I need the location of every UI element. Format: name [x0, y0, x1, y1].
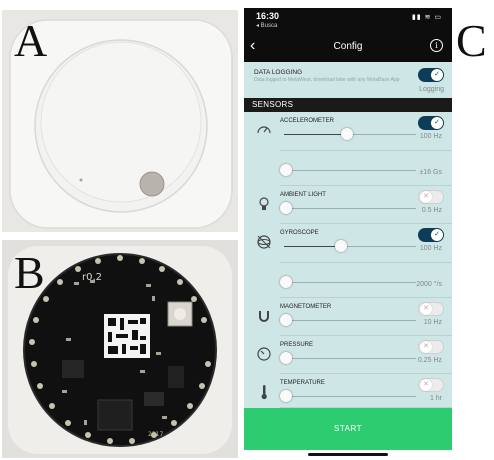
- data-logging-status: Logging: [419, 86, 444, 93]
- navigation-bar: ‹ Config i: [244, 32, 452, 62]
- panel-label-c: C: [456, 15, 487, 66]
- info-icon[interactable]: i: [430, 39, 443, 52]
- sensor-toggle[interactable]: ✕: [418, 340, 444, 354]
- slider-fill: [284, 246, 339, 247]
- sensor-name: GYROSCOPE: [280, 230, 319, 236]
- sensor-name: MAGNETOMETER: [280, 304, 332, 310]
- sensor-name: TEMPERATURE: [280, 380, 325, 386]
- start-button[interactable]: START: [244, 408, 452, 450]
- signal-wifi-battery-icon: ▮▮ ≋ ▭: [411, 14, 442, 21]
- data-logging-title: DATA LOGGING: [254, 69, 303, 76]
- home-indicator: [308, 453, 388, 456]
- data-logging-row: DATA LOGGING Data logged to MetaWear, do…: [244, 62, 452, 98]
- close-icon: ✕: [420, 191, 432, 203]
- slider-thumb[interactable]: [280, 276, 292, 288]
- sensor-range-value: ±16 Gs: [419, 169, 442, 176]
- status-bar: 16:30 ◂ Busca ▮▮ ≋ ▭: [244, 8, 452, 32]
- check-icon: ✓: [431, 69, 443, 81]
- check-icon: ✓: [431, 117, 443, 129]
- sensor-frequency-value: 100 Hz: [419, 133, 442, 140]
- sensor-row-gyroscope: GYROSCOPE ✓ 100 Hz 2000 °/s: [244, 224, 452, 298]
- panel-label-b: B: [14, 247, 45, 298]
- close-icon: ✕: [420, 379, 432, 391]
- slider-thumb[interactable]: [280, 164, 292, 176]
- sensor-toggle[interactable]: ✓: [418, 116, 444, 130]
- phone-config-screen: 16:30 ◂ Busca ▮▮ ≋ ▭ ‹ Config i DATA LOG…: [244, 8, 452, 460]
- data-logging-toggle[interactable]: ✓: [418, 68, 444, 82]
- panel-label-a: A: [14, 15, 48, 66]
- figure: r0.2 2317 A B C 16:30 ◂ Busca ▮▮ ≋ ▭ ‹ C…: [0, 0, 494, 460]
- home-area: [244, 450, 452, 460]
- page-title: Config: [333, 41, 363, 52]
- sensor-frequency-value: 100 Hz: [419, 245, 442, 252]
- magnet-icon: [256, 308, 272, 324]
- row-divider: [280, 262, 452, 263]
- lightbulb-icon: [256, 196, 272, 212]
- barometer-icon: [256, 346, 272, 362]
- row-divider: [280, 150, 452, 151]
- board-code-label: 2317: [148, 431, 163, 438]
- slider-track[interactable]: [284, 282, 416, 283]
- sensor-toggle[interactable]: ✕: [418, 190, 444, 204]
- gyroscope-icon: [256, 234, 272, 250]
- slider-thumb[interactable]: [280, 352, 292, 364]
- sensor-row-pressure: PRESSURE ✕ 0.25 Hz: [244, 336, 452, 374]
- slider-thumb[interactable]: [280, 390, 292, 402]
- slider-thumb[interactable]: [280, 314, 292, 326]
- slider-thumb[interactable]: [335, 240, 347, 252]
- slider-track[interactable]: [284, 208, 416, 209]
- data-logging-description: Data logged to MetaWear, download later …: [254, 77, 400, 83]
- gauge-icon: [256, 122, 272, 138]
- sensor-row-magnetometer: MAGNETOMETER ✕ 10 Hz: [244, 298, 452, 336]
- slider-fill: [284, 134, 345, 135]
- sensor-frequency-value: 0.25 Hz: [417, 357, 442, 364]
- sensors-section-header: SENSORS: [244, 98, 452, 112]
- board-revision-label: r0.2: [82, 272, 102, 283]
- slider-thumb[interactable]: [280, 202, 292, 214]
- sensor-row-temperature: TEMPERATURE ✕ 1 hr: [244, 374, 452, 408]
- status-back-link[interactable]: ◂ Busca: [256, 22, 277, 29]
- sensor-toggle[interactable]: ✕: [418, 302, 444, 316]
- sensor-name: ACCELEROMETER: [280, 118, 335, 124]
- sensor-range-value: 2000 °/s: [416, 281, 442, 288]
- slider-track[interactable]: [284, 170, 416, 171]
- close-icon: ✕: [420, 341, 432, 353]
- sensor-row-accelerometer: ACCELEROMETER ✓ 100 Hz ±16 Gs: [244, 112, 452, 186]
- thermometer-icon: [256, 384, 272, 400]
- slider-thumb[interactable]: [341, 128, 353, 140]
- status-time: 16:30: [256, 11, 280, 21]
- sensor-frequency-value: 0.5 Hz: [421, 207, 442, 214]
- slider-track[interactable]: [284, 396, 416, 397]
- close-icon: ✕: [420, 303, 432, 315]
- sensor-name: PRESSURE: [280, 342, 314, 348]
- slider-track[interactable]: [284, 358, 416, 359]
- check-icon: ✓: [431, 229, 443, 241]
- sensor-toggle[interactable]: ✕: [418, 378, 444, 392]
- sensor-row-ambient-light: AMBIENT LIGHT ✕ 0.5 Hz: [244, 186, 452, 224]
- slider-track[interactable]: [284, 320, 416, 321]
- sensor-frequency-value: 1 hr: [429, 395, 442, 402]
- sensor-toggle[interactable]: ✓: [418, 228, 444, 242]
- sensor-name: AMBIENT LIGHT: [280, 192, 326, 198]
- sensor-frequency-value: 10 Hz: [423, 319, 442, 326]
